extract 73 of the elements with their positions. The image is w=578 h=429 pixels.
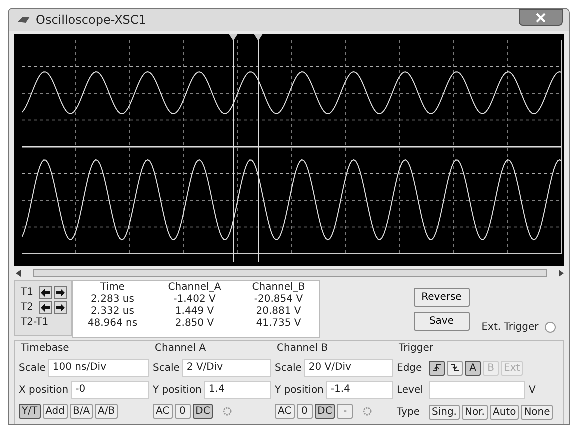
ext-trigger-radio[interactable] (544, 322, 556, 333)
coupling-button[interactable]: - (337, 404, 354, 418)
column-header: Channel_B (251, 282, 306, 294)
window-title: Oscilloscope-XSC1 (36, 13, 146, 27)
cursor-line[interactable] (254, 34, 262, 262)
input-field[interactable]: -1.4 (326, 381, 393, 399)
table-cell-text: -1.402 V (172, 294, 217, 306)
field-label: Scale (275, 362, 302, 374)
field-label: Y position (153, 384, 202, 396)
input-field[interactable]: 2 V/Div (182, 359, 271, 377)
right-arrow-button[interactable] (54, 286, 67, 299)
edge-button[interactable] (429, 360, 445, 376)
mode-button[interactable]: Y/T (19, 404, 41, 418)
column-header: Time (99, 282, 126, 294)
close-icon (536, 12, 546, 22)
table-cell-text: 41.735 V (255, 318, 302, 330)
falling-edge-icon (450, 363, 460, 373)
save-button[interactable]: Save (414, 312, 470, 331)
field-label: Scale (153, 362, 180, 374)
source-button[interactable]: A (465, 360, 481, 376)
type-button[interactable]: Sing. (429, 404, 460, 420)
field-label: Y position (275, 384, 324, 396)
table-cell-text: 2.283 us (90, 294, 136, 306)
coupling-button[interactable]: AC (275, 404, 295, 418)
right-arrow-button[interactable] (54, 301, 67, 314)
group-title: Channel B (276, 343, 330, 356)
scroll-right-icon (559, 270, 564, 276)
table-cell-text: 1.449 V (174, 306, 216, 318)
field-label: X position (19, 384, 69, 396)
unit-label: V (529, 384, 536, 396)
mode-button[interactable]: A/B (95, 404, 118, 418)
reverse-button[interactable]: Reverse (414, 288, 470, 307)
type-button[interactable]: None (521, 404, 554, 420)
left-arrow-button[interactable] (39, 286, 52, 299)
rising-edge-icon (432, 363, 442, 373)
field-label: Level (397, 384, 424, 396)
table-cell-text: 20.881 V (255, 306, 302, 318)
mode-button[interactable]: Add (42, 404, 68, 418)
column-header: Channel_A (167, 282, 222, 294)
coupling-button[interactable]: 0 (296, 404, 313, 418)
table-cell-text: 2.850 V (174, 318, 216, 330)
type-button[interactable]: Nor. (462, 404, 488, 420)
scroll-left-icon (16, 270, 21, 276)
input-field[interactable]: 1.4 (204, 381, 271, 399)
table-cell-text: 2.332 us (90, 306, 136, 318)
coupling-button[interactable]: DC (192, 404, 214, 418)
mode-button[interactable]: B/A (70, 404, 94, 418)
cursor-line[interactable] (228, 34, 238, 262)
close-button[interactable] (519, 9, 563, 26)
edge-button[interactable] (447, 360, 463, 376)
left-arrow-button[interactable] (39, 301, 52, 314)
probe-icon (17, 15, 31, 25)
horizontal-scrollbar[interactable] (16, 268, 564, 278)
field-label: Scale (19, 362, 46, 374)
row-label: T1 (21, 287, 34, 298)
input-field[interactable] (429, 381, 525, 399)
coupling-button[interactable]: AC (153, 404, 173, 418)
table-cell-text: -20.854 V (253, 294, 304, 306)
coupling-button[interactable]: DC (314, 404, 336, 418)
table-cell-text: 48.964 ns (86, 318, 139, 330)
row-label: T2 (21, 302, 34, 313)
input-field[interactable]: 100 ns/Div (48, 359, 149, 377)
row-label: T2-T1 (21, 317, 49, 328)
group-title: Trigger (398, 343, 434, 356)
field-label: Type (397, 406, 421, 418)
field-label: Edge (397, 362, 424, 374)
coupling-button[interactable]: 0 (174, 404, 191, 418)
group-title: Channel A (154, 343, 208, 356)
ext-trigger-label: Ext. Trigger (482, 322, 539, 333)
type-button[interactable]: Auto (490, 404, 520, 420)
group-title: Timebase (20, 343, 70, 356)
input-field[interactable]: 20 V/Div (304, 359, 393, 377)
input-field[interactable]: -0 (70, 381, 149, 399)
